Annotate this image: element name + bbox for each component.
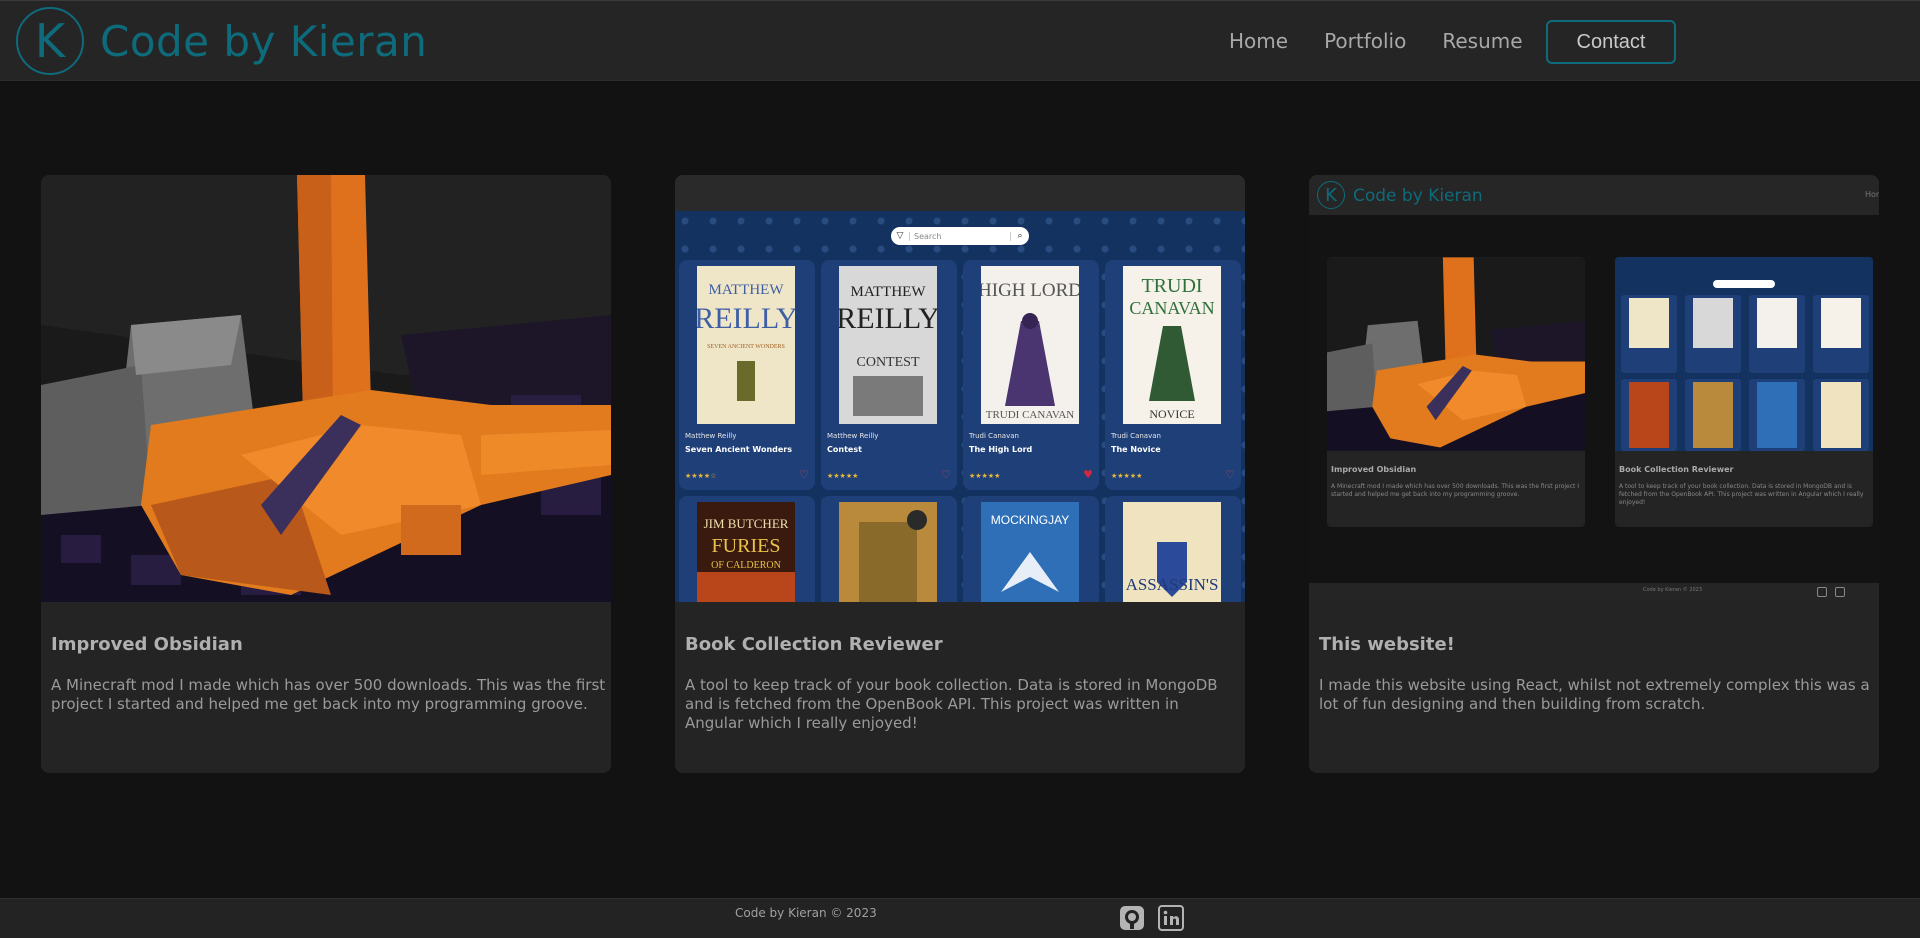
heart-icon: ♡ — [1225, 468, 1235, 481]
nav-link-home[interactable]: Home — [1229, 29, 1288, 53]
preview-navbar: K Code by Kieran Hom — [1309, 175, 1879, 215]
project-image-website: K Code by Kieran Hom Improved Obsidian A… — [1309, 175, 1879, 602]
heart-icon: ♡ — [799, 468, 809, 481]
project-description: A tool to keep track of your book collec… — [685, 676, 1218, 732]
linkedin-icon[interactable] — [1158, 905, 1184, 931]
book-card — [821, 496, 957, 602]
book-cover — [839, 502, 937, 602]
preview-logo-icon: K — [1317, 181, 1345, 209]
svg-text:TRUDI CANAVAN: TRUDI CANAVAN — [986, 409, 1075, 421]
svg-text:REILLY: REILLY — [839, 302, 937, 335]
svg-text:ASSASSIN'S: ASSASSIN'S — [1126, 575, 1219, 594]
project-title: Improved Obsidian — [51, 634, 243, 655]
preview-nav-home: Hom — [1865, 190, 1879, 199]
logo-icon: K — [16, 7, 84, 75]
book-title: Seven Ancient Wonders — [685, 445, 792, 454]
contact-button[interactable]: Contact — [1546, 20, 1676, 64]
preview-linkedin-icon — [1835, 587, 1845, 597]
book-cover: HIGH LORD TRUDI CANAVAN — [978, 266, 1082, 424]
book-rating: ★★★★★ — [827, 472, 859, 480]
book-card: MOCKINGJAY — [963, 496, 1099, 602]
svg-text:FURIES: FURIES — [712, 535, 781, 557]
nav-links: Home Portfolio Resume — [1229, 29, 1559, 53]
preview-card: Book Collection Reviewer A tool to keep … — [1615, 257, 1873, 527]
book-author: Matthew Reilly — [827, 432, 879, 440]
book-author: Matthew Reilly — [685, 432, 737, 440]
footer-copyright: Code by Kieran © 2023 — [735, 906, 877, 920]
book-rating: ★★★★★ — [1111, 472, 1143, 480]
svg-text:TRUDI: TRUDI — [1141, 275, 1202, 297]
book-card: MATTHEW REILLY SEVEN ANCIENT WONDERS Mat… — [679, 260, 815, 490]
heart-icon: ♡ — [941, 468, 951, 481]
footer: Code by Kieran © 2023 — [0, 898, 1920, 938]
book-cover: MOCKINGJAY — [981, 502, 1079, 602]
preview-card-description: A Minecraft mod I made which has over 50… — [1331, 483, 1580, 498]
book-app-search-placeholder: Search — [909, 231, 1011, 241]
book-card: TRUDI CANAVAN NOVICE Trudi Canavan The N… — [1105, 260, 1241, 490]
project-card-book-collection[interactable]: ▽ Search ⌕ MATTHEW REILLY SEVEN ANCIENT … — [675, 175, 1245, 773]
nav-link-portfolio[interactable]: Portfolio — [1324, 29, 1406, 53]
preview-card-description: A tool to keep track of your book collec… — [1619, 483, 1864, 506]
book-card: HIGH LORD TRUDI CANAVAN Trudi Canavan Th… — [963, 260, 1099, 490]
book-author: Trudi Canavan — [969, 432, 1019, 440]
svg-text:MATTHEW: MATTHEW — [709, 282, 785, 298]
book-card: ASSASSIN'S — [1105, 496, 1241, 602]
brand[interactable]: K Code by Kieran — [16, 7, 427, 75]
book-rating: ★★★★★ — [969, 472, 1001, 480]
svg-text:HIGH LORD: HIGH LORD — [981, 280, 1079, 301]
svg-text:MATTHEW: MATTHEW — [851, 284, 927, 300]
svg-text:CONTEST: CONTEST — [857, 355, 920, 370]
svg-text:NOVICE: NOVICE — [1149, 407, 1194, 421]
preview-card-title: Book Collection Reviewer — [1619, 465, 1734, 474]
project-description: I made this website using React, whilst … — [1319, 676, 1870, 713]
book-app-header — [675, 175, 1245, 211]
book-card: MATTHEW REILLY CONTEST Matthew Reilly Co… — [821, 260, 957, 490]
project-card-this-website[interactable]: K Code by Kieran Hom Improved Obsidian A… — [1309, 175, 1879, 773]
book-cover: TRUDI CANAVAN NOVICE — [1123, 266, 1221, 424]
project-image-minecraft — [41, 175, 611, 602]
book-card: JIM BUTCHER FURIES OF CALDERON — [679, 496, 815, 602]
brand-name: Code by Kieran — [100, 16, 428, 66]
project-image-book-app: ▽ Search ⌕ MATTHEW REILLY SEVEN ANCIENT … — [675, 175, 1245, 602]
preview-brand-name: Code by Kieran — [1353, 186, 1483, 206]
project-card-improved-obsidian[interactable]: Improved Obsidian A Minecraft mod I made… — [41, 175, 611, 773]
book-cover: MATTHEW REILLY SEVEN ANCIENT WONDERS — [694, 266, 798, 424]
book-title: The Novice — [1111, 445, 1161, 454]
github-icon[interactable] — [1119, 905, 1145, 931]
book-cover: MATTHEW REILLY CONTEST — [836, 266, 940, 424]
search-icon: ⌕ — [1017, 231, 1023, 241]
svg-text:SEVEN ANCIENT WONDERS: SEVEN ANCIENT WONDERS — [707, 344, 785, 350]
svg-text:JIM BUTCHER: JIM BUTCHER — [704, 516, 789, 531]
preview-card-title: Improved Obsidian — [1331, 465, 1417, 474]
preview-card: Improved Obsidian A Minecraft mod I made… — [1327, 257, 1585, 527]
navbar: K Code by Kieran Home Portfolio Resume C… — [0, 0, 1920, 81]
book-cover: JIM BUTCHER FURIES OF CALDERON — [697, 502, 795, 602]
filter-icon: ▽ — [896, 231, 904, 241]
preview-github-icon — [1817, 587, 1827, 597]
book-app-search: ▽ Search ⌕ — [891, 227, 1029, 245]
book-rating: ★★★★☆ — [685, 472, 717, 480]
book-title: Contest — [827, 445, 862, 454]
svg-text:REILLY: REILLY — [697, 302, 795, 335]
preview-footer: Code by Kieran © 2023 — [1309, 583, 1879, 602]
project-title: Book Collection Reviewer — [685, 634, 943, 655]
book-author: Trudi Canavan — [1111, 432, 1161, 440]
project-title: This website! — [1319, 634, 1455, 655]
svg-text:OF CALDERON: OF CALDERON — [711, 560, 781, 571]
project-description: A Minecraft mod I made which has over 50… — [51, 676, 606, 713]
preview-footer-text: Code by Kieran © 2023 — [1643, 587, 1703, 593]
svg-text:MOCKINGJAY: MOCKINGJAY — [991, 513, 1069, 527]
book-cover: ASSASSIN'S — [1123, 502, 1221, 602]
svg-text:CANAVAN: CANAVAN — [1129, 298, 1214, 318]
book-title: The High Lord — [969, 445, 1033, 454]
heart-filled-icon: ♥ — [1083, 468, 1093, 481]
nav-link-resume[interactable]: Resume — [1442, 29, 1522, 53]
